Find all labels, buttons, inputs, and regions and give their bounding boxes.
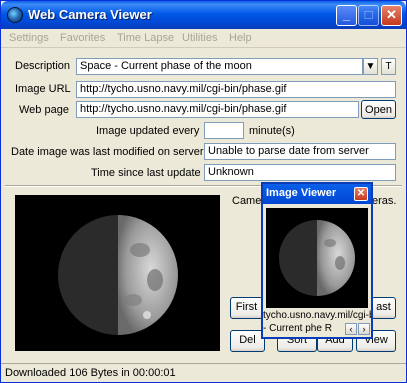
description-label: Description xyxy=(15,60,71,72)
moon-thumbnail-icon xyxy=(279,220,355,296)
time-since-field: Unknown xyxy=(204,164,396,181)
status-text: Downloaded 106 Bytes in 00:00:01 xyxy=(5,367,176,379)
minutes-unit-label: minute(s) xyxy=(249,125,295,137)
scroll-right-icon[interactable]: › xyxy=(358,323,370,335)
main-window: Web Camera Viewer _ □ ✕ Settings Favorit… xyxy=(0,0,407,383)
menu-utilities[interactable]: Utilities xyxy=(182,32,217,44)
menu-time-lapse[interactable]: Time Lapse xyxy=(117,32,174,44)
status-bar: Downloaded 106 Bytes in 00:00:01 xyxy=(1,363,406,382)
cameras-text-right: eras. xyxy=(372,195,397,207)
t-button[interactable]: T xyxy=(381,58,396,75)
popup-close-icon[interactable]: ✕ xyxy=(354,187,368,201)
image-viewer-popup: Image Viewer ✕ tycho.usno.navy.mil/cgi-b… xyxy=(261,182,373,339)
close-button[interactable]: ✕ xyxy=(381,5,402,26)
menu-help[interactable]: Help xyxy=(229,32,252,44)
popup-moon-image xyxy=(266,208,368,308)
first-button[interactable]: First xyxy=(230,297,263,319)
webcam-app-icon xyxy=(7,7,23,23)
time-since-label: Time since last update xyxy=(91,167,201,179)
last-modified-field: Unable to parse date from server xyxy=(204,143,396,160)
open-button[interactable]: Open xyxy=(361,100,396,119)
popup-desc-text: - Current phe R xyxy=(263,323,332,334)
webcam-image xyxy=(15,195,220,351)
last-modified-label: Date image was last modified on server xyxy=(11,146,204,158)
minimize-button[interactable]: _ xyxy=(336,5,357,26)
dropdown-arrow-icon[interactable]: ▼ xyxy=(363,58,378,75)
updated-every-label: Image updated every xyxy=(96,125,200,137)
delete-button[interactable]: Del xyxy=(230,330,265,352)
window-title: Web Camera Viewer xyxy=(28,7,152,22)
menu-settings[interactable]: Settings xyxy=(9,32,49,44)
updated-every-input[interactable] xyxy=(204,122,244,139)
title-bar[interactable]: Web Camera Viewer _ □ ✕ xyxy=(1,1,406,29)
popup-title: Image Viewer xyxy=(266,187,337,199)
description-dropdown[interactable]: Space - Current phase of the moon xyxy=(76,58,363,75)
popup-title-bar[interactable]: Image Viewer ✕ xyxy=(263,184,371,204)
menu-favorites[interactable]: Favorites xyxy=(60,32,105,44)
last-button[interactable]: ast xyxy=(371,297,396,319)
scroll-left-icon[interactable]: ‹ xyxy=(345,323,357,335)
image-url-label: Image URL xyxy=(15,83,71,95)
web-page-input[interactable]: http://tycho.usno.navy.mil/cgi-bin/phase… xyxy=(76,101,359,118)
maximize-button[interactable]: □ xyxy=(358,5,379,26)
image-url-input[interactable]: http://tycho.usno.navy.mil/cgi-bin/phase… xyxy=(76,81,396,98)
menu-bar: Settings Favorites Time Lapse Utilities … xyxy=(1,29,406,48)
popup-url-text: tycho.usno.navy.mil/cgi-bin xyxy=(263,310,371,321)
web-page-label: Web page xyxy=(19,104,69,116)
cameras-text-left: Came xyxy=(232,195,262,207)
moon-image-icon xyxy=(58,215,178,335)
